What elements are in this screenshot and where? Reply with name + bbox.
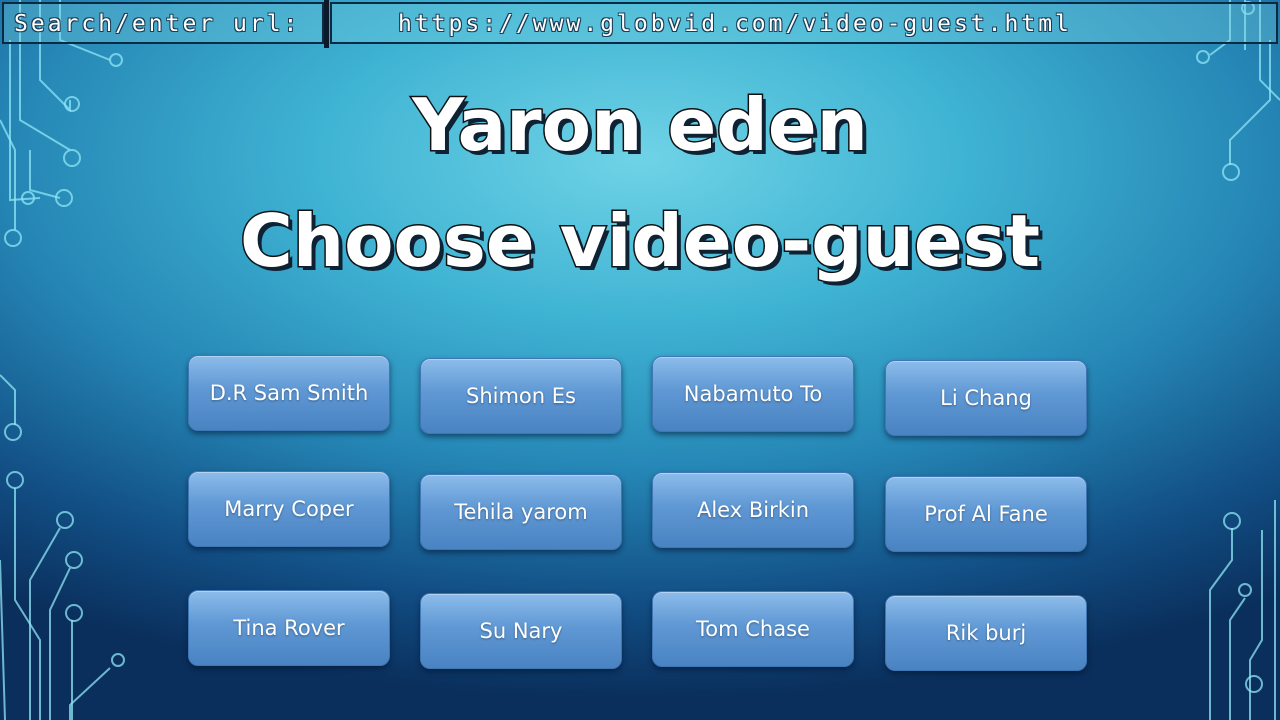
guest-button-alex-birkin[interactable]: Alex Birkin [652,472,854,548]
url-label: Search/enter url: [2,2,324,44]
guest-button-rik-burj[interactable]: Rik burj [885,595,1087,671]
url-bar-divider [324,0,329,48]
guest-button-marry-coper[interactable]: Marry Coper [188,471,390,547]
page-title: Yaron eden [411,82,870,169]
page-subtitle: Choose video-guest [238,198,1041,285]
guest-button-shimon-es[interactable]: Shimon Es [420,358,622,434]
guest-button-sam-smith[interactable]: D.R Sam Smith [188,355,390,431]
guest-button-tehila-yarom[interactable]: Tehila yarom [420,474,622,550]
guest-button-al-fane[interactable]: Prof Al Fane [885,476,1087,552]
guest-button-li-chang[interactable]: Li Chang [885,360,1087,436]
guest-button-nabamuto-to[interactable]: Nabamuto To [652,356,854,432]
guest-button-tom-chase[interactable]: Tom Chase [652,591,854,667]
guest-button-su-nary[interactable]: Su Nary [420,593,622,669]
guest-button-tina-rover[interactable]: Tina Rover [188,590,390,666]
url-bar: Search/enter url: https://www.globvid.co… [0,0,1280,48]
url-input[interactable]: https://www.globvid.com/video-guest.html [330,2,1278,44]
